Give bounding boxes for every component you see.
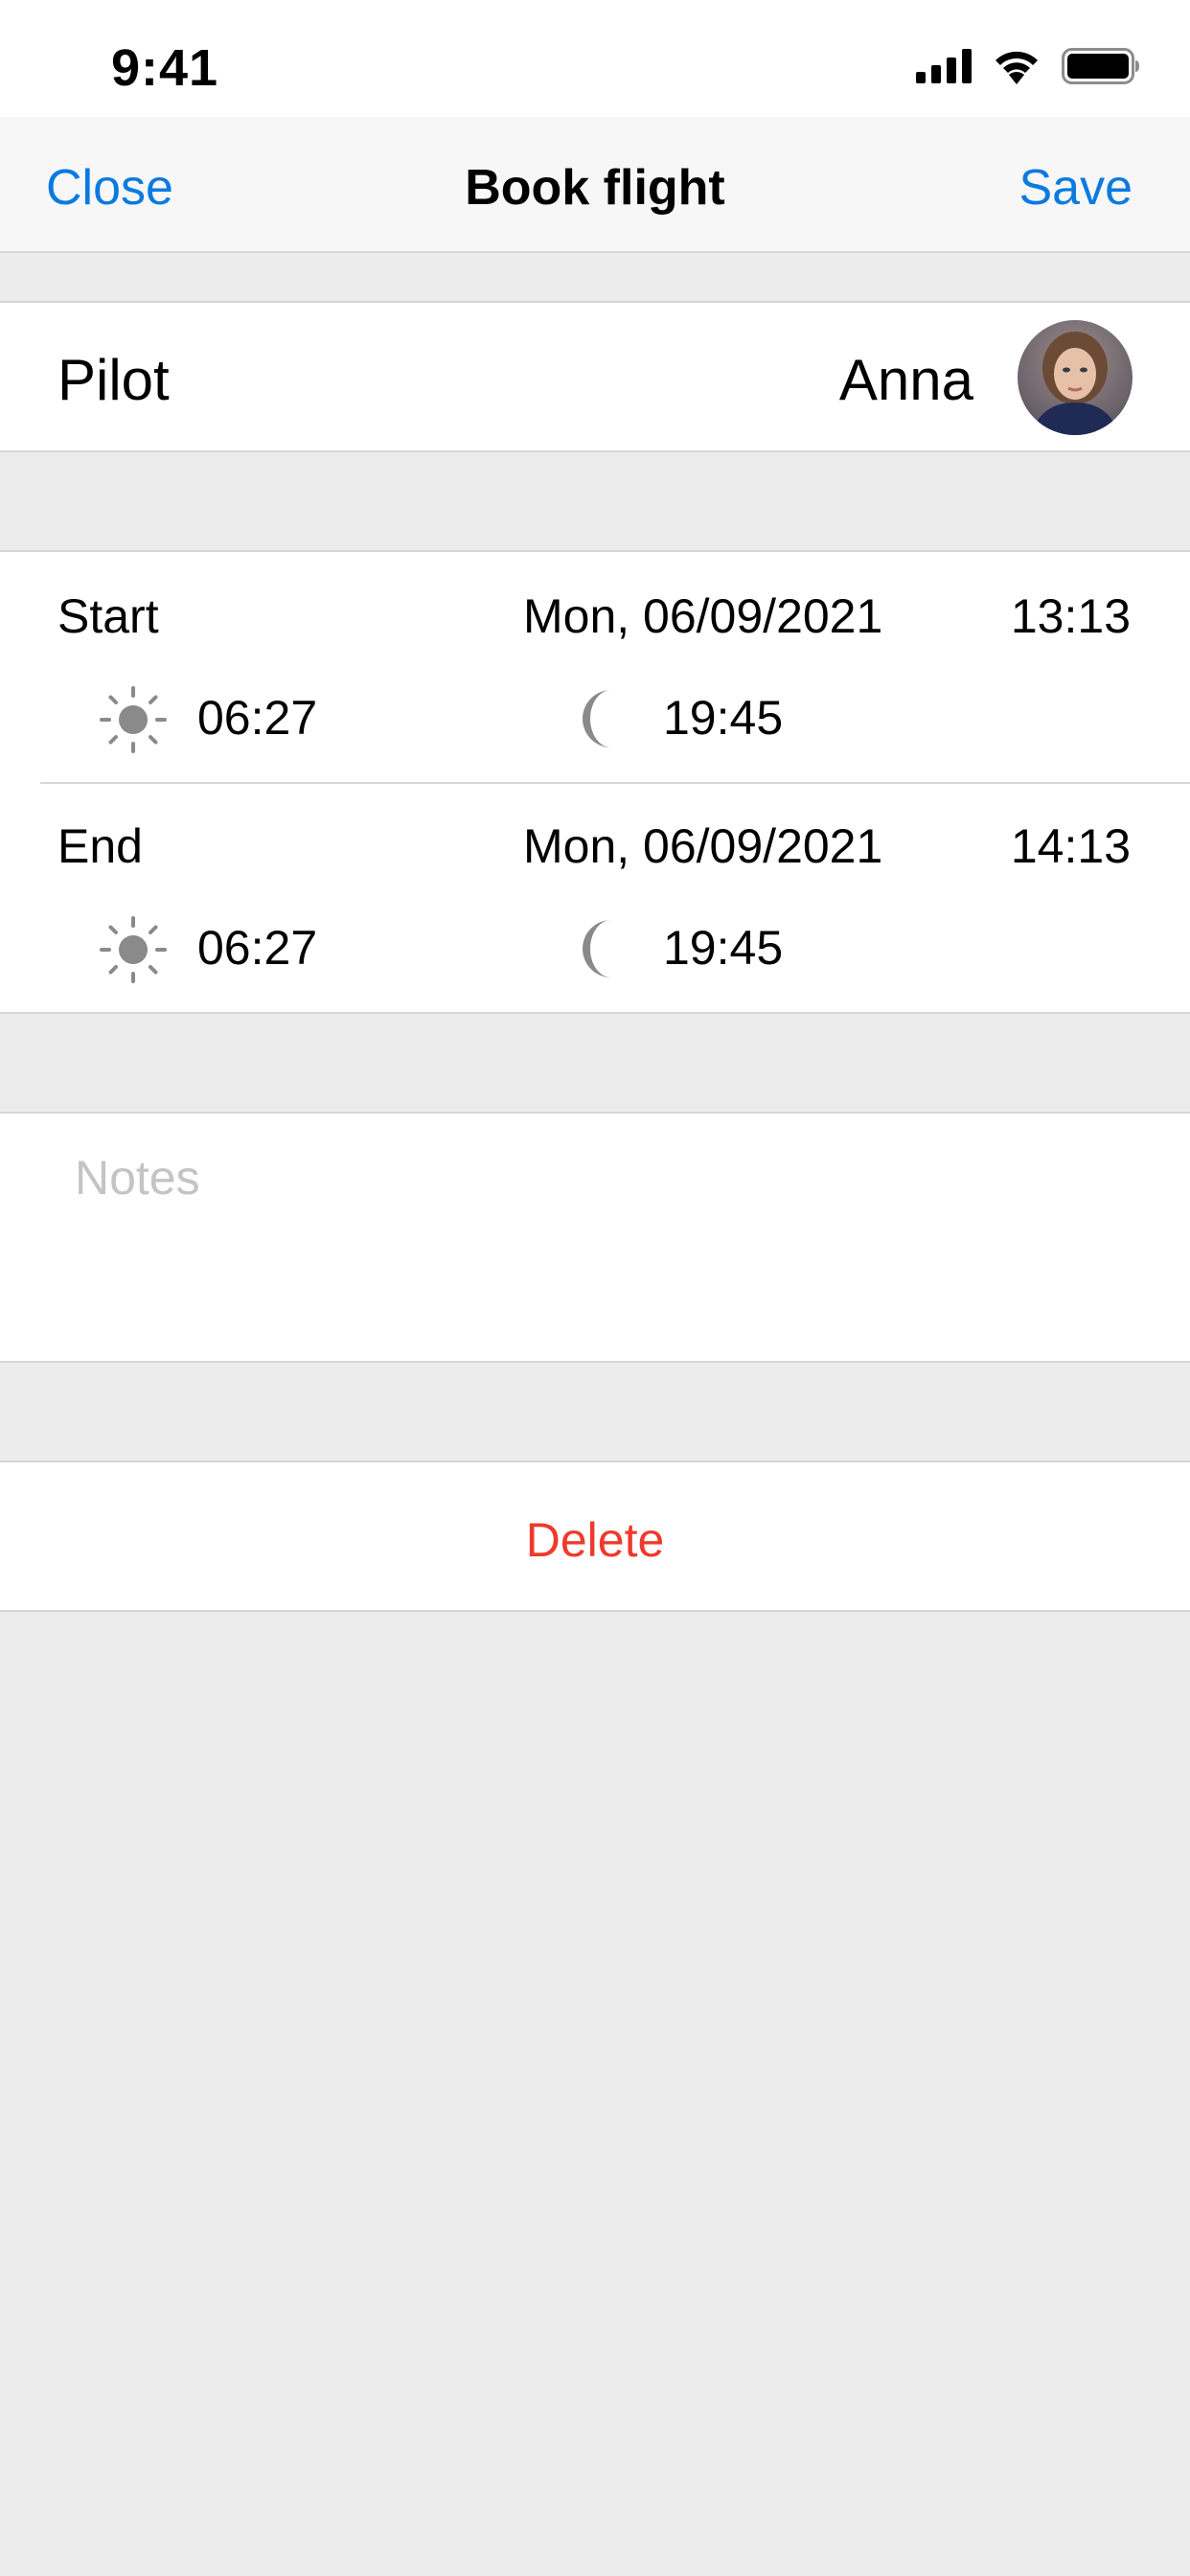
- delete-section: Delete: [0, 1460, 1190, 1612]
- end-label: End: [57, 819, 143, 873]
- sun-icon: [100, 686, 167, 753]
- end-row[interactable]: End Mon, 06/09/2021 14:13 06:27 19:45: [0, 782, 1190, 1012]
- sun-icon: [100, 916, 167, 983]
- moon-icon: [583, 920, 611, 978]
- pilot-row[interactable]: Pilot Anna: [0, 301, 1190, 452]
- wifi-icon: [993, 48, 1041, 84]
- end-date[interactable]: Mon, 06/09/2021: [523, 818, 882, 874]
- start-sunrise-time: 06:27: [197, 691, 318, 745]
- flight-times: Start Mon, 06/09/2021 13:13 06:27 19:45 …: [0, 550, 1190, 1014]
- save-button[interactable]: Save: [1018, 159, 1133, 217]
- pilot-label: Pilot: [57, 348, 170, 412]
- start-time[interactable]: 13:13: [1011, 588, 1131, 644]
- page-title: Book flight: [465, 160, 725, 216]
- start-row[interactable]: Start Mon, 06/09/2021 13:13 06:27 19:45: [0, 552, 1190, 782]
- signal-icon: [916, 49, 972, 83]
- book-flight-screen: 9:41 Close Book flight Save Pilot Anna S…: [0, 0, 1190, 2576]
- status-bar: 9:41: [0, 0, 1190, 117]
- end-sunset-time: 19:45: [663, 921, 784, 975]
- start-label: Start: [57, 589, 159, 643]
- start-sunset-time: 19:45: [663, 691, 784, 745]
- end-sunrise-time: 06:27: [197, 921, 318, 975]
- status-time: 9:41: [111, 39, 219, 97]
- notes-section: [0, 1112, 1190, 1363]
- navigation-bar: Close Book flight Save: [0, 117, 1190, 253]
- end-time[interactable]: 14:13: [1011, 818, 1131, 874]
- battery-icon: [1062, 48, 1140, 84]
- pilot-name: Anna: [838, 348, 973, 412]
- start-date[interactable]: Mon, 06/09/2021: [523, 588, 882, 644]
- notes-field[interactable]: [75, 1150, 1129, 1322]
- moon-icon: [583, 690, 611, 748]
- status-icons: [916, 48, 1140, 84]
- avatar[interactable]: [1018, 320, 1133, 435]
- delete-button[interactable]: Delete: [0, 1512, 1190, 1568]
